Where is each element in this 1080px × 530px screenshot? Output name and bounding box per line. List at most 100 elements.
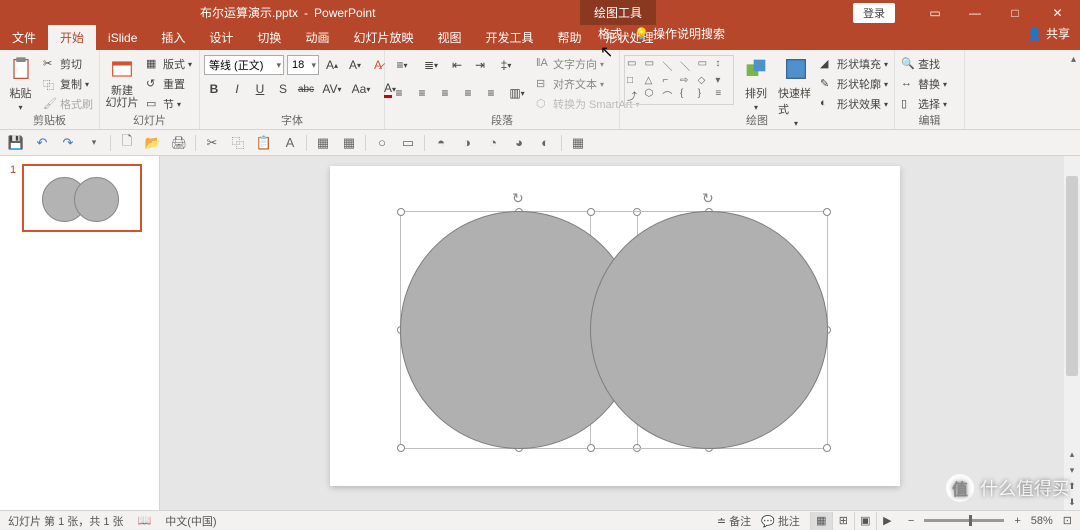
resize-handle[interactable] — [823, 208, 831, 216]
shapes-gallery[interactable]: ▭▭＼＼▭↕ □△⌐⇨◇▾ ⤴⬡⌒{}≡ — [624, 55, 734, 105]
close-button[interactable]: ✕ — [1035, 0, 1080, 25]
reading-view-button[interactable]: ▣ — [854, 512, 876, 530]
align-right-button[interactable]: ≡ — [435, 83, 455, 103]
tab-developer[interactable]: 开发工具 — [473, 25, 545, 50]
shape-expand-icon[interactable]: ≡ — [715, 88, 731, 103]
slideshow-view-button[interactable]: ▶ — [876, 512, 898, 530]
shape-hex-icon[interactable]: ⬡ — [645, 88, 661, 103]
layout-button[interactable]: ▦版式▾ — [144, 55, 194, 73]
numbering-button[interactable]: ≣▾ — [418, 55, 444, 75]
shape-rect3-icon[interactable]: ▭ — [698, 58, 714, 73]
qat-circle-button[interactable]: ○ — [372, 133, 392, 153]
comments-button[interactable]: 💬 批注 — [761, 513, 800, 529]
tab-animations[interactable]: 动画 — [293, 25, 341, 50]
columns-button[interactable]: ▥▾ — [504, 83, 530, 103]
qat-redo-button[interactable]: ↷ — [58, 133, 78, 153]
replace-button[interactable]: ↔替换▾ — [899, 75, 949, 93]
decrease-font-button[interactable]: A▾ — [345, 55, 365, 75]
qat-copy2-button[interactable]: ⿻ — [228, 133, 248, 153]
decrease-indent-button[interactable]: ⇤ — [447, 55, 467, 75]
copy-button[interactable]: ⿻复制▾ — [41, 75, 95, 93]
increase-indent-button[interactable]: ⇥ — [470, 55, 490, 75]
line-spacing-button[interactable]: ‡▾ — [493, 55, 519, 75]
zoom-level[interactable]: 58% — [1031, 515, 1053, 527]
qat-fragment-button[interactable]: ◔ — [483, 133, 503, 153]
status-language[interactable]: 中文(中国) — [165, 513, 216, 529]
tab-islide[interactable]: iSlide — [96, 25, 149, 50]
shape-diamond-icon[interactable]: ◇ — [698, 75, 714, 86]
shape-rect2-icon[interactable]: ▭ — [645, 58, 661, 73]
tab-design[interactable]: 设计 — [197, 25, 245, 50]
zoom-out-button[interactable]: − — [908, 515, 914, 527]
qat-paste2-button[interactable]: 📋 — [254, 133, 274, 153]
qat-rect-button[interactable]: ▭ — [398, 133, 418, 153]
zoom-in-button[interactable]: + — [1014, 515, 1020, 527]
shadow-button[interactable]: S — [273, 79, 293, 99]
distribute-button[interactable]: ≡ — [481, 83, 501, 103]
shape-arrow2-icon[interactable]: ⇨ — [680, 75, 696, 86]
bullets-button[interactable]: ≡▾ — [389, 55, 415, 75]
tab-home[interactable]: 开始 — [48, 25, 96, 50]
qat-extra-button[interactable]: ▦ — [568, 133, 588, 153]
tab-format[interactable]: 格式 — [580, 25, 640, 42]
align-left-button[interactable]: ≡ — [389, 83, 409, 103]
tab-slideshow[interactable]: 幻灯片放映 — [341, 25, 425, 50]
shape-curve-icon[interactable]: ⤴ — [627, 88, 643, 103]
paste-button[interactable]: 粘贴 ▾ — [4, 55, 37, 112]
cut-button[interactable]: ✂剪切 — [41, 55, 95, 73]
resize-handle[interactable] — [397, 208, 405, 216]
resize-handle[interactable] — [587, 208, 595, 216]
shape-brace2-icon[interactable]: } — [698, 88, 714, 103]
shape-sq-icon[interactable]: □ — [627, 75, 643, 86]
qat-group-button[interactable]: ▦ — [313, 133, 333, 153]
tab-view[interactable]: 视图 — [425, 25, 473, 50]
qat-cut2-button[interactable]: ✂ — [202, 133, 222, 153]
italic-button[interactable]: I — [227, 79, 247, 99]
qat-new-button[interactable]: 🗋 — [117, 133, 137, 153]
rotate-handle-icon[interactable] — [512, 190, 526, 204]
qat-combine-button[interactable]: ◑ — [457, 133, 477, 153]
rotate-handle-icon[interactable] — [702, 190, 716, 204]
arrange-button[interactable]: 排列▾ — [738, 55, 774, 112]
scroll-up-icon[interactable]: ▴ — [1064, 446, 1080, 462]
qat-font-button[interactable]: A — [280, 133, 300, 153]
qat-dropdown-button[interactable]: ▾ — [84, 133, 104, 153]
tab-transitions[interactable]: 切换 — [245, 25, 293, 50]
share-button[interactable]: 👤 共享 — [1027, 25, 1070, 42]
login-button[interactable]: 登录 — [853, 3, 895, 23]
strike-button[interactable]: abc — [296, 79, 316, 99]
resize-handle[interactable] — [397, 444, 405, 452]
tell-me-search[interactable]: 💡 操作说明搜索 — [634, 25, 725, 42]
shape-fill-button[interactable]: ◢形状填充▾ — [818, 55, 890, 73]
shape-more-icon[interactable]: ▾ — [715, 75, 731, 86]
spellcheck-icon[interactable]: 📖 — [138, 514, 152, 527]
slide-canvas[interactable]: ▴ ▾ ⬆ ⬇ — [160, 156, 1080, 510]
shape-line2-icon[interactable]: ＼ — [680, 58, 696, 73]
qat-undo-button[interactable]: ↶ — [32, 133, 52, 153]
qat-ungroup-button[interactable]: ▦ — [339, 133, 359, 153]
tab-insert[interactable]: 插入 — [149, 25, 197, 50]
underline-button[interactable]: U — [250, 79, 270, 99]
tab-file[interactable]: 文件 — [0, 25, 48, 50]
shape-rect-icon[interactable]: ▭ — [627, 58, 643, 73]
minimize-button[interactable]: — — [955, 0, 995, 25]
collapse-ribbon-button[interactable]: ▴ — [1071, 54, 1076, 65]
increase-font-button[interactable]: A▴ — [322, 55, 342, 75]
fit-window-button[interactable]: ⊡ — [1063, 514, 1072, 527]
char-spacing-button[interactable]: AV▾ — [319, 79, 345, 99]
shape-outline-button[interactable]: ✎形状轮廓▾ — [818, 75, 890, 93]
shape-arrow-icon[interactable]: △ — [645, 75, 661, 86]
qat-print-button[interactable]: 🖨 — [169, 133, 189, 153]
shape-curve2-icon[interactable]: ⌒ — [662, 88, 678, 103]
slide-thumbnail-1[interactable] — [22, 164, 142, 232]
shape-tri-icon[interactable]: ↕ — [715, 58, 731, 73]
maximize-button[interactable]: □ — [995, 0, 1035, 25]
resize-handle[interactable] — [587, 444, 595, 452]
resize-handle[interactable] — [823, 444, 831, 452]
qat-open-button[interactable]: 📂 — [143, 133, 163, 153]
zoom-slider[interactable] — [924, 519, 1004, 522]
bold-button[interactable]: B — [204, 79, 224, 99]
align-center-button[interactable]: ≡ — [412, 83, 432, 103]
qat-union-button[interactable]: ◓ — [431, 133, 451, 153]
reset-button[interactable]: ↺重置 — [144, 75, 194, 93]
